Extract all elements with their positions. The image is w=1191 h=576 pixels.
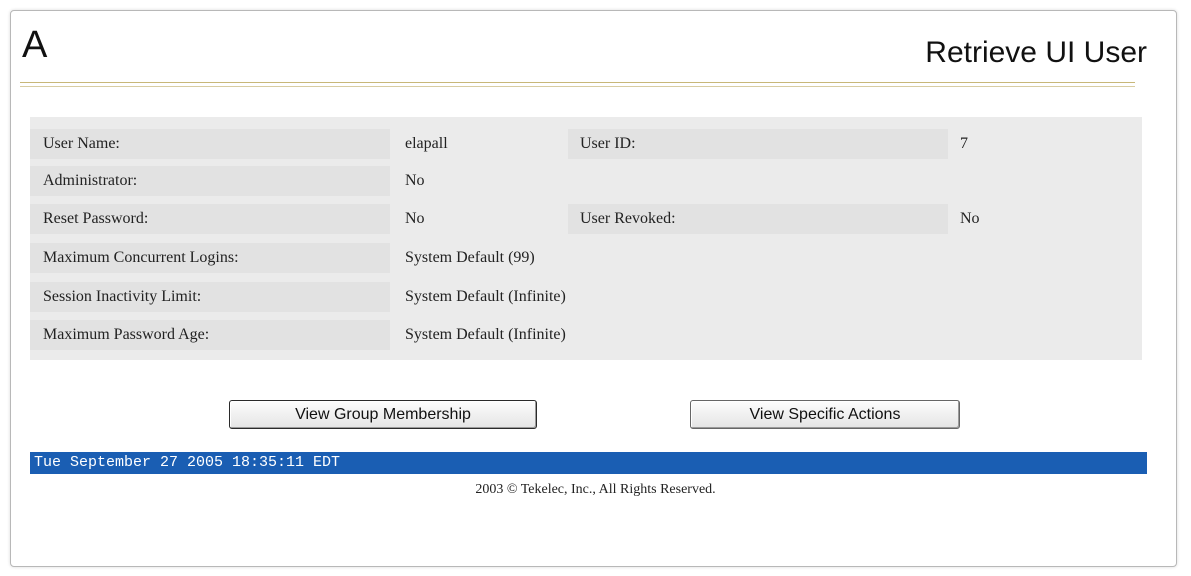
header-divider (20, 82, 1135, 83)
administrator-value: No (405, 172, 425, 189)
session-limit-label: Session Inactivity Limit: (30, 282, 390, 312)
reset-password-value: No (405, 210, 425, 227)
header-divider-secondary (20, 86, 1135, 87)
max-logins-value: System Default (99) (405, 249, 535, 266)
user-id-value: 7 (960, 135, 968, 152)
max-password-age-value: System Default (Infinite) (405, 326, 566, 343)
view-group-membership-button[interactable]: View Group Membership (229, 400, 537, 429)
user-name-label: User Name: (30, 129, 390, 159)
user-revoked-value: No (960, 210, 980, 227)
max-logins-label: Maximum Concurrent Logins: (30, 243, 390, 273)
view-specific-actions-button[interactable]: View Specific Actions (690, 400, 960, 429)
user-info-panel: User Name: elapall User ID: 7 Administra… (30, 117, 1142, 360)
page-title: Retrieve UI User (925, 36, 1147, 69)
max-password-age-label: Maximum Password Age: (30, 320, 390, 350)
status-bar-timestamp: Tue September 27 2005 18:35:11 EDT (30, 452, 1147, 474)
user-name-value: elapall (405, 135, 448, 152)
user-revoked-label: User Revoked: (568, 204, 948, 234)
reset-password-label: Reset Password: (30, 204, 390, 234)
copyright-notice: 2003 © Tekelec, Inc., All Rights Reserve… (475, 482, 716, 497)
session-limit-value: System Default (Infinite) (405, 288, 566, 305)
user-id-label: User ID: (568, 129, 948, 159)
section-letter: A (22, 24, 48, 66)
administrator-label: Administrator: (30, 166, 390, 196)
